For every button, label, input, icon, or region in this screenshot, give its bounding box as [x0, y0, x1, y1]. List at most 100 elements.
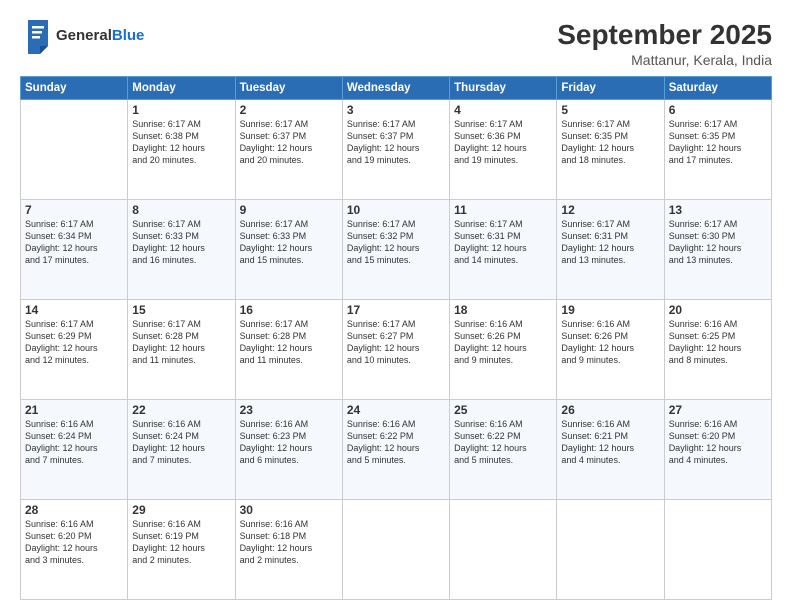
day-number: 28	[25, 503, 123, 517]
day-info: Sunrise: 6:17 AM Sunset: 6:28 PM Dayligh…	[132, 318, 230, 367]
day-number: 14	[25, 303, 123, 317]
day-info: Sunrise: 6:17 AM Sunset: 6:28 PM Dayligh…	[240, 318, 338, 367]
day-info: Sunrise: 6:17 AM Sunset: 6:38 PM Dayligh…	[132, 118, 230, 167]
day-number: 11	[454, 203, 552, 217]
calendar-cell: 23Sunrise: 6:16 AM Sunset: 6:23 PM Dayli…	[235, 399, 342, 499]
day-info: Sunrise: 6:16 AM Sunset: 6:21 PM Dayligh…	[561, 418, 659, 467]
calendar-cell: 26Sunrise: 6:16 AM Sunset: 6:21 PM Dayli…	[557, 399, 664, 499]
week-row-4: 21Sunrise: 6:16 AM Sunset: 6:24 PM Dayli…	[21, 399, 772, 499]
day-number: 12	[561, 203, 659, 217]
day-info: Sunrise: 6:17 AM Sunset: 6:37 PM Dayligh…	[347, 118, 445, 167]
calendar-cell	[450, 499, 557, 599]
day-number: 30	[240, 503, 338, 517]
logo-icon	[20, 18, 52, 54]
calendar-cell	[342, 499, 449, 599]
weekday-header-wednesday: Wednesday	[342, 76, 449, 99]
week-row-3: 14Sunrise: 6:17 AM Sunset: 6:29 PM Dayli…	[21, 299, 772, 399]
calendar-cell: 30Sunrise: 6:16 AM Sunset: 6:18 PM Dayli…	[235, 499, 342, 599]
day-number: 22	[132, 403, 230, 417]
day-info: Sunrise: 6:16 AM Sunset: 6:26 PM Dayligh…	[454, 318, 552, 367]
day-number: 6	[669, 103, 767, 117]
page: GeneralBlue September 2025 Mattanur, Ker…	[0, 0, 792, 612]
day-info: Sunrise: 6:17 AM Sunset: 6:36 PM Dayligh…	[454, 118, 552, 167]
day-info: Sunrise: 6:16 AM Sunset: 6:19 PM Dayligh…	[132, 518, 230, 567]
day-number: 19	[561, 303, 659, 317]
day-number: 10	[347, 203, 445, 217]
calendar-cell: 24Sunrise: 6:16 AM Sunset: 6:22 PM Dayli…	[342, 399, 449, 499]
calendar-cell: 2Sunrise: 6:17 AM Sunset: 6:37 PM Daylig…	[235, 99, 342, 199]
day-info: Sunrise: 6:16 AM Sunset: 6:24 PM Dayligh…	[25, 418, 123, 467]
day-info: Sunrise: 6:16 AM Sunset: 6:20 PM Dayligh…	[669, 418, 767, 467]
logo-general: General	[56, 27, 112, 44]
calendar-cell: 27Sunrise: 6:16 AM Sunset: 6:20 PM Dayli…	[664, 399, 771, 499]
calendar-cell: 7Sunrise: 6:17 AM Sunset: 6:34 PM Daylig…	[21, 199, 128, 299]
calendar-cell: 21Sunrise: 6:16 AM Sunset: 6:24 PM Dayli…	[21, 399, 128, 499]
week-row-5: 28Sunrise: 6:16 AM Sunset: 6:20 PM Dayli…	[21, 499, 772, 599]
day-number: 15	[132, 303, 230, 317]
logo-blue: Blue	[112, 27, 145, 44]
calendar-cell	[557, 499, 664, 599]
day-info: Sunrise: 6:16 AM Sunset: 6:23 PM Dayligh…	[240, 418, 338, 467]
day-number: 3	[347, 103, 445, 117]
calendar-cell: 11Sunrise: 6:17 AM Sunset: 6:31 PM Dayli…	[450, 199, 557, 299]
day-number: 2	[240, 103, 338, 117]
calendar-cell: 22Sunrise: 6:16 AM Sunset: 6:24 PM Dayli…	[128, 399, 235, 499]
day-number: 17	[347, 303, 445, 317]
day-number: 20	[669, 303, 767, 317]
calendar-cell: 16Sunrise: 6:17 AM Sunset: 6:28 PM Dayli…	[235, 299, 342, 399]
day-info: Sunrise: 6:16 AM Sunset: 6:20 PM Dayligh…	[25, 518, 123, 567]
calendar-cell: 5Sunrise: 6:17 AM Sunset: 6:35 PM Daylig…	[557, 99, 664, 199]
day-number: 26	[561, 403, 659, 417]
day-info: Sunrise: 6:17 AM Sunset: 6:34 PM Dayligh…	[25, 218, 123, 267]
calendar-cell: 20Sunrise: 6:16 AM Sunset: 6:25 PM Dayli…	[664, 299, 771, 399]
day-info: Sunrise: 6:17 AM Sunset: 6:31 PM Dayligh…	[454, 218, 552, 267]
calendar-cell: 28Sunrise: 6:16 AM Sunset: 6:20 PM Dayli…	[21, 499, 128, 599]
location: Mattanur, Kerala, India	[557, 52, 772, 68]
calendar-cell: 29Sunrise: 6:16 AM Sunset: 6:19 PM Dayli…	[128, 499, 235, 599]
month-title: September 2025	[557, 18, 772, 52]
day-number: 1	[132, 103, 230, 117]
day-info: Sunrise: 6:17 AM Sunset: 6:35 PM Dayligh…	[561, 118, 659, 167]
calendar-cell: 4Sunrise: 6:17 AM Sunset: 6:36 PM Daylig…	[450, 99, 557, 199]
calendar-cell: 13Sunrise: 6:17 AM Sunset: 6:30 PM Dayli…	[664, 199, 771, 299]
weekday-header-friday: Friday	[557, 76, 664, 99]
day-number: 21	[25, 403, 123, 417]
day-info: Sunrise: 6:17 AM Sunset: 6:31 PM Dayligh…	[561, 218, 659, 267]
weekday-header-tuesday: Tuesday	[235, 76, 342, 99]
week-row-1: 1Sunrise: 6:17 AM Sunset: 6:38 PM Daylig…	[21, 99, 772, 199]
calendar-cell: 8Sunrise: 6:17 AM Sunset: 6:33 PM Daylig…	[128, 199, 235, 299]
day-info: Sunrise: 6:17 AM Sunset: 6:29 PM Dayligh…	[25, 318, 123, 367]
calendar-cell: 17Sunrise: 6:17 AM Sunset: 6:27 PM Dayli…	[342, 299, 449, 399]
day-number: 4	[454, 103, 552, 117]
day-info: Sunrise: 6:16 AM Sunset: 6:24 PM Dayligh…	[132, 418, 230, 467]
day-info: Sunrise: 6:16 AM Sunset: 6:25 PM Dayligh…	[669, 318, 767, 367]
day-number: 23	[240, 403, 338, 417]
calendar-table: SundayMondayTuesdayWednesdayThursdayFrid…	[20, 76, 772, 600]
day-number: 8	[132, 203, 230, 217]
day-number: 16	[240, 303, 338, 317]
calendar-cell: 9Sunrise: 6:17 AM Sunset: 6:33 PM Daylig…	[235, 199, 342, 299]
header: GeneralBlue September 2025 Mattanur, Ker…	[20, 18, 772, 68]
calendar-cell: 6Sunrise: 6:17 AM Sunset: 6:35 PM Daylig…	[664, 99, 771, 199]
logo: GeneralBlue	[20, 18, 144, 54]
day-info: Sunrise: 6:17 AM Sunset: 6:33 PM Dayligh…	[240, 218, 338, 267]
week-row-2: 7Sunrise: 6:17 AM Sunset: 6:34 PM Daylig…	[21, 199, 772, 299]
day-info: Sunrise: 6:17 AM Sunset: 6:35 PM Dayligh…	[669, 118, 767, 167]
day-info: Sunrise: 6:17 AM Sunset: 6:33 PM Dayligh…	[132, 218, 230, 267]
day-number: 27	[669, 403, 767, 417]
day-info: Sunrise: 6:16 AM Sunset: 6:22 PM Dayligh…	[454, 418, 552, 467]
day-number: 24	[347, 403, 445, 417]
day-number: 29	[132, 503, 230, 517]
day-info: Sunrise: 6:17 AM Sunset: 6:37 PM Dayligh…	[240, 118, 338, 167]
weekday-header-thursday: Thursday	[450, 76, 557, 99]
weekday-header-sunday: Sunday	[21, 76, 128, 99]
calendar-cell: 3Sunrise: 6:17 AM Sunset: 6:37 PM Daylig…	[342, 99, 449, 199]
day-info: Sunrise: 6:17 AM Sunset: 6:32 PM Dayligh…	[347, 218, 445, 267]
calendar-cell: 19Sunrise: 6:16 AM Sunset: 6:26 PM Dayli…	[557, 299, 664, 399]
calendar-cell: 1Sunrise: 6:17 AM Sunset: 6:38 PM Daylig…	[128, 99, 235, 199]
day-number: 7	[25, 203, 123, 217]
day-number: 25	[454, 403, 552, 417]
calendar-cell: 14Sunrise: 6:17 AM Sunset: 6:29 PM Dayli…	[21, 299, 128, 399]
calendar-cell: 10Sunrise: 6:17 AM Sunset: 6:32 PM Dayli…	[342, 199, 449, 299]
calendar-cell: 18Sunrise: 6:16 AM Sunset: 6:26 PM Dayli…	[450, 299, 557, 399]
